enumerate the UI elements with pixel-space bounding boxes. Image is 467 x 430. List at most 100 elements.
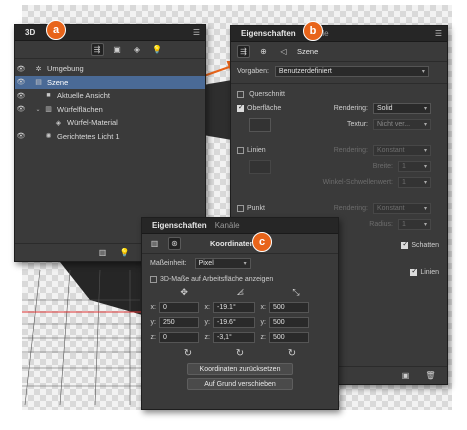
- tree-item-label: Umgebung: [47, 64, 84, 74]
- rot-z-label: z:: [204, 334, 210, 341]
- winkel-label: Winkel-Schwellenwert:: [322, 179, 393, 186]
- radius-field[interactable]: 1 ▾: [398, 219, 431, 230]
- tree-item-wuerfelflaechen[interactable]: 👁 ⌄ ▥ Würfelflächen: [15, 103, 205, 117]
- chevron-down-icon: ▾: [423, 122, 427, 128]
- coords-toolbar-label: Koordinaten: [210, 239, 255, 248]
- mesh-tab-icon[interactable]: ▥: [148, 237, 161, 250]
- tree-item-umgebung[interactable]: 👁 ✲ Umgebung: [15, 62, 205, 76]
- tree-item-label: Szene: [47, 77, 69, 87]
- show-dimensions-checkbox[interactable]: [150, 275, 157, 283]
- reset-icons-row: ↻ ↻ ↻: [142, 345, 338, 362]
- mesh-filter-icon[interactable]: ▣: [111, 43, 124, 56]
- camera-add-icon[interactable]: ⊕: [257, 45, 270, 58]
- winkel-value: 1: [402, 179, 406, 186]
- vorgaben-label: Vorgaben:: [237, 68, 269, 75]
- winkel-field[interactable]: 1 ▾: [398, 177, 431, 188]
- environment-icon: ✲: [35, 65, 42, 73]
- panel-menu-icon[interactable]: ☰: [193, 28, 200, 37]
- tree-item-label: Gerichtetes Licht 1: [57, 131, 120, 141]
- visibility-eye-icon[interactable]: 👁: [15, 92, 27, 100]
- tree-item-label: Würfel-Material: [67, 118, 118, 128]
- reset-position-icon[interactable]: ↻: [184, 348, 192, 359]
- rot-x-field[interactable]: -19.1°: [213, 302, 255, 313]
- punkt-rendering-select[interactable]: Konstant ▾: [373, 203, 431, 214]
- reset-coordinates-label: Koordinaten zurücksetzen: [199, 365, 281, 373]
- visibility-eye-icon[interactable]: 👁: [15, 105, 27, 113]
- scene-filter-icon[interactable]: ⇶: [90, 43, 104, 56]
- rendering-select[interactable]: Solid ▾: [373, 103, 431, 114]
- pos-x-field[interactable]: 0: [159, 302, 199, 313]
- visibility-eye-icon[interactable]: 👁: [15, 78, 27, 86]
- tree-item-szene[interactable]: 👁 ▤ Szene: [15, 75, 205, 89]
- add-mesh-icon[interactable]: ▥: [96, 246, 109, 259]
- tree-item-wuerfel-material[interactable]: ◈ Würfel-Material: [15, 116, 205, 130]
- camera-icon: ■: [46, 92, 51, 100]
- querschnitt-checkbox[interactable]: [237, 90, 244, 98]
- scene-tree: 👁 ✲ Umgebung 👁 ▤ Szene 👁 ■ Aktuelle Ansi…: [15, 59, 205, 143]
- show-dimensions-row[interactable]: 3D-Maße auf Arbeitsfläche anzeigen: [142, 273, 338, 284]
- oberflaeche-color-swatch[interactable]: [249, 118, 271, 132]
- scale-x-label: x:: [260, 304, 266, 311]
- linien2-row[interactable]: Linien: [410, 267, 439, 276]
- tab-eigenschaften[interactable]: Eigenschaften: [237, 29, 300, 38]
- render-icon[interactable]: ▣: [399, 369, 412, 382]
- tree-item-gerichtetes-licht[interactable]: 👁 ✺ Gerichtetes Licht 1: [15, 130, 205, 144]
- textur-value: Nicht ver...: [377, 121, 411, 128]
- punkt-rendering-label: Rendering:: [333, 205, 368, 212]
- masseinheit-select[interactable]: Pixel ▾: [194, 258, 251, 269]
- material-filter-icon[interactable]: ◈: [131, 43, 144, 56]
- linien-color-swatch[interactable]: [249, 160, 271, 174]
- radius-value: 1: [402, 221, 406, 228]
- tab-eigenschaften[interactable]: Eigenschaften: [148, 221, 211, 230]
- pos-y-field[interactable]: 250: [159, 317, 199, 328]
- pos-z-field[interactable]: 0: [159, 332, 199, 343]
- tab-kanaele[interactable]: Kanäle: [211, 221, 244, 230]
- scene-tab-icon[interactable]: ⇶: [237, 45, 250, 58]
- chevron-down-icon: ▾: [243, 261, 247, 267]
- add-light-icon[interactable]: 💡: [118, 246, 131, 259]
- pos-y-label: y:: [150, 319, 156, 326]
- schatten-checkbox[interactable]: [401, 240, 409, 249]
- schatten-row[interactable]: Schatten: [401, 240, 439, 249]
- rot-x-value: -19.1°: [217, 304, 236, 311]
- oberflaeche-checkbox[interactable]: [237, 103, 244, 112]
- callout-badge-a: a: [46, 20, 66, 40]
- vorgaben-select[interactable]: Benutzerdefiniert ▾: [274, 66, 429, 77]
- reset-coordinates-button[interactable]: Koordinaten zurücksetzen: [187, 363, 293, 375]
- scale-x-field[interactable]: 500: [269, 302, 309, 313]
- scale-y-field[interactable]: 500: [269, 317, 309, 328]
- chevron-down-icon: ▾: [423, 106, 427, 112]
- punkt-rendering-value: Konstant: [377, 205, 405, 212]
- tree-item-aktuelle-ansicht[interactable]: 👁 ■ Aktuelle Ansicht: [15, 89, 205, 103]
- rot-z-field[interactable]: -3,1°: [213, 332, 255, 343]
- reset-rotation-icon[interactable]: ↻: [236, 348, 244, 359]
- pos-z-label: z:: [150, 334, 156, 341]
- reset-scale-icon[interactable]: ↻: [288, 348, 296, 359]
- visibility-eye-icon[interactable]: 👁: [15, 65, 27, 73]
- linien-rendering-select[interactable]: Konstant ▾: [373, 145, 431, 156]
- punkt-checkbox[interactable]: [237, 204, 244, 212]
- textur-select[interactable]: Nicht ver... ▾: [373, 119, 431, 130]
- light-filter-icon[interactable]: 💡: [151, 43, 164, 56]
- transform-icons-row: ✥ ⦞ ⤡: [142, 284, 338, 300]
- coordinates-tab-icon[interactable]: ⊛: [168, 237, 181, 250]
- linien-checkbox[interactable]: [237, 146, 244, 154]
- panel-menu-icon[interactable]: ☰: [435, 29, 442, 38]
- properties-panel-coordinates: Eigenschaften Kanäle ▥ ⊛ Koordinaten Maß…: [141, 217, 339, 410]
- properties-titlebar: Eigenschaften Kanäle ☰: [231, 26, 447, 42]
- delete-icon[interactable]: 🗑: [424, 369, 437, 382]
- masseinheit-value: Pixel: [198, 260, 214, 267]
- linien2-checkbox[interactable]: [410, 267, 418, 276]
- speaker-icon[interactable]: ◁: [277, 45, 290, 58]
- chevron-down-icon[interactable]: ⌄: [33, 106, 43, 113]
- tree-item-label: Aktuelle Ansicht: [57, 91, 110, 101]
- rot-y-field[interactable]: -19.6°: [213, 317, 255, 328]
- scale-z-field[interactable]: 500: [269, 332, 309, 343]
- scale-z-label: z:: [260, 334, 266, 341]
- querschnitt-row[interactable]: Querschnitt: [231, 86, 447, 101]
- panel-3d-title[interactable]: 3D: [21, 28, 39, 37]
- breite-field[interactable]: 1 ▾: [398, 161, 431, 172]
- move-to-ground-button[interactable]: Auf Grund verschieben: [187, 378, 293, 390]
- visibility-eye-icon[interactable]: 👁: [15, 132, 27, 140]
- chevron-down-icon: ▾: [423, 222, 427, 228]
